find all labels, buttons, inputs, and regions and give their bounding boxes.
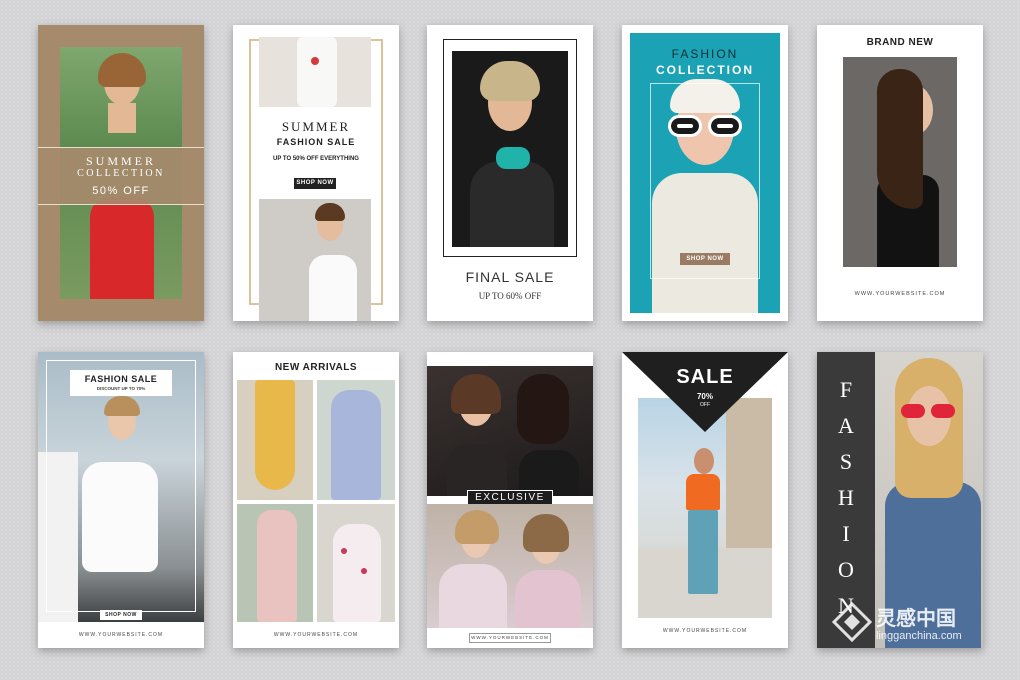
model-photo — [843, 57, 957, 267]
title-letter: F — [839, 377, 853, 402]
card-title: SUMMER — [281, 119, 351, 134]
template-card-summer-fashion-sale[interactable]: SUMMER FASHION SALE UP TO 50% OFF EVERYT… — [233, 25, 399, 321]
offer-text: DISCOUNT UP TO 70% — [96, 386, 146, 391]
grid-photo-3 — [237, 504, 313, 622]
card-title: FASHION SALE — [84, 374, 158, 384]
offer-text: UP TO 50% OFF EVERYTHING — [273, 156, 359, 162]
grid-photo-4 — [317, 504, 395, 622]
shop-now-button[interactable]: SHOP NOW — [294, 178, 336, 189]
title-letter: O — [838, 557, 854, 582]
grid-photo-1 — [237, 380, 313, 500]
website-url: WWW.YOURWEBSITE.COM — [471, 635, 549, 640]
card-title: EXCLUSIVE — [475, 492, 545, 503]
website-url: WWW.YOURWEBSITE.COM — [273, 632, 359, 638]
template-card-exclusive[interactable]: EXCLUSIVE WWW.YOURWEBSITE.COM — [427, 352, 593, 648]
watermark-site: lingganchina.com — [876, 630, 962, 642]
discount-off: OFF — [700, 402, 710, 408]
template-card-summer-collection[interactable]: SUMMER COLLECTION 50% OFF — [38, 25, 204, 321]
title-letter: A — [838, 413, 854, 438]
title-letter: S — [839, 449, 853, 474]
party-photo-top — [427, 366, 593, 496]
title-letter: I — [842, 521, 850, 546]
template-card-sale[interactable]: SALE 70% OFF WWW.YOURWEBSITE.COM — [622, 352, 788, 648]
watermark: 灵感中国 lingganchina.com — [832, 598, 1012, 658]
offer-text: UP TO 60% OFF — [478, 291, 542, 301]
card-title: NEW ARRIVALS — [274, 362, 358, 373]
watermark-brand: 灵感中国 — [876, 608, 956, 630]
offer-text: 50% OFF — [92, 185, 150, 197]
website-url: WWW.YOURWEBSITE.COM — [662, 628, 748, 634]
grid-photo-2 — [317, 380, 395, 500]
title-letter: H — [838, 485, 854, 510]
shop-now-button[interactable]: SHOP NOW — [680, 253, 730, 265]
discount-percent: 70% — [696, 392, 713, 401]
website-url: WWW.YOURWEBSITE.COM — [854, 291, 946, 297]
model-photo-bottom — [259, 199, 371, 321]
card-title-line2: COLLECTION — [656, 63, 754, 77]
model-photo — [452, 51, 568, 247]
template-card-fashion-sale[interactable]: FASHION SALE DISCOUNT UP TO 70% SHOP NOW… — [38, 352, 204, 648]
vertical-title: F A S H I O N — [817, 372, 875, 624]
template-card-final-sale[interactable]: FINAL SALE UP TO 60% OFF — [427, 25, 593, 321]
template-card-fashion-collection[interactable]: FASHION COLLECTION SHOP NOW — [622, 25, 788, 321]
template-card-new-arrivals[interactable]: NEW ARRIVALS WWW.YOURWEBSITE.COM — [233, 352, 399, 648]
card-title: SALE — [676, 366, 734, 388]
card-subtitle: COLLECTION — [77, 168, 165, 179]
card-title-line1: FASHION — [671, 47, 739, 61]
card-title: SUMMER — [85, 154, 156, 168]
website-url: WWW.YOURWEBSITE.COM — [78, 632, 164, 638]
model-photo-top — [259, 37, 371, 107]
watermark-logo-icon — [832, 602, 872, 642]
card-subtitle: FASHION SALE — [276, 137, 356, 147]
card-title: BRAND NEW — [866, 37, 934, 48]
party-photo-bottom — [427, 504, 593, 628]
template-card-brand-new[interactable]: BRAND NEW WWW.YOURWEBSITE.COM — [817, 25, 983, 321]
white-frame — [46, 360, 196, 612]
card-title: FINAL SALE — [465, 269, 555, 285]
accent-frame — [650, 83, 760, 279]
shop-now-button[interactable]: SHOP NOW — [100, 610, 142, 620]
